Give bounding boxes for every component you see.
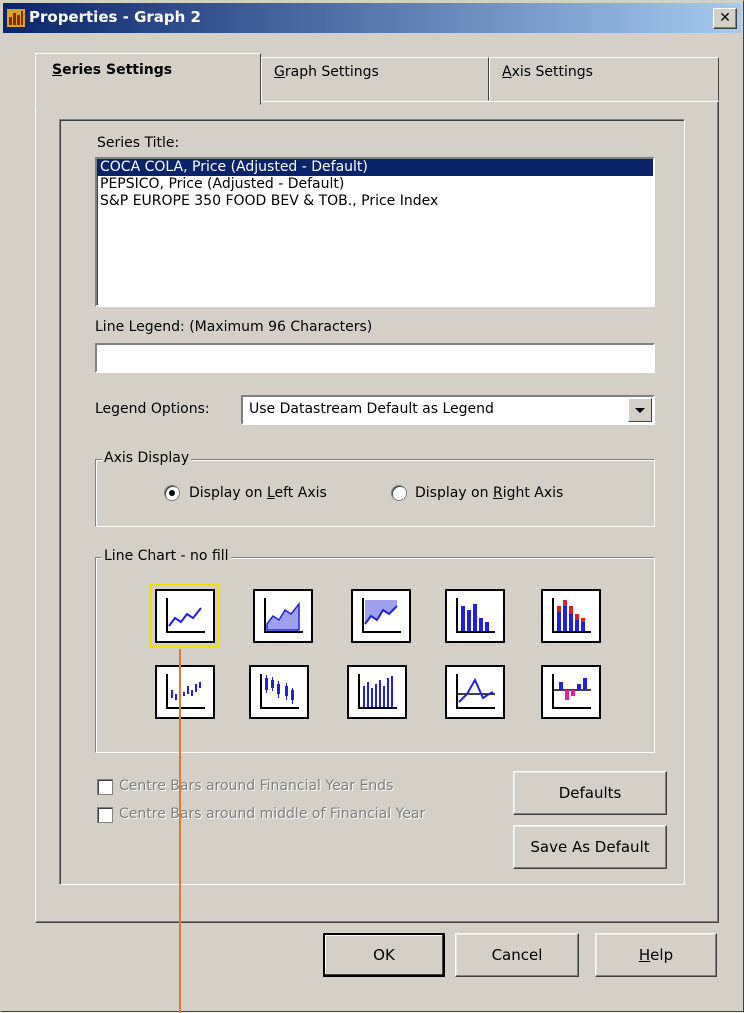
series-title-label: Series Title: — [97, 135, 180, 151]
candlestick-button[interactable] — [249, 665, 309, 719]
stacked-bar-chart-icon — [552, 598, 591, 633]
area-fill-above-icon — [362, 598, 401, 633]
tab-series-label: eries Settings — [62, 62, 173, 78]
tab-axis-accel: A — [502, 64, 512, 80]
tab-axis-label: xis Settings — [511, 64, 593, 80]
floating-bar-button[interactable] — [155, 665, 215, 719]
left-axis-radio[interactable] — [164, 485, 180, 501]
line-chart-icon — [166, 598, 205, 633]
centre-year-ends-checkbox[interactable] — [97, 779, 113, 795]
cancel-button[interactable]: Cancel — [455, 933, 579, 977]
app-icon — [7, 9, 25, 27]
step-bar-button[interactable] — [541, 665, 601, 719]
high-low-bar-button[interactable] — [347, 665, 407, 719]
area-fill-above-button[interactable] — [351, 589, 411, 643]
right-axis-label[interactable]: Display on Right Axis — [415, 485, 563, 501]
series-item[interactable]: S&P EUROPE 350 FOOD BEV & TOB., Price In… — [97, 193, 653, 210]
right-axis-label-post: ight Axis — [502, 485, 564, 501]
line-legend-label: Line Legend: (Maximum 96 Characters) — [95, 319, 373, 335]
tab-series-accel: S — [52, 62, 63, 78]
help-accel: H — [638, 946, 651, 964]
centre-year-ends-label: Centre Bars around Financial Year Ends — [119, 778, 394, 794]
legend-options-select[interactable]: Use Datastream Default as Legend — [241, 395, 655, 425]
left-axis-label-pre: Display on — [189, 485, 267, 501]
line-with-axis-icon — [456, 674, 495, 709]
bar-chart-button[interactable] — [445, 589, 505, 643]
properties-dialog: Properties - Graph 2 ✕ Series Settings G… — [0, 0, 744, 1013]
line-chart-button[interactable] — [150, 584, 220, 648]
legend-options-value: Use Datastream Default as Legend — [249, 401, 494, 417]
line-legend-input[interactable] — [95, 343, 655, 373]
tab-graph-accel: G — [274, 64, 285, 80]
axis-display-legend: Axis Display — [102, 450, 192, 466]
stacked-bar-chart-button[interactable] — [541, 589, 601, 643]
title-bar[interactable]: Properties - Graph 2 ✕ — [3, 3, 741, 33]
tab-graph-label: raph Settings — [284, 64, 379, 80]
defaults-button[interactable]: Defaults — [513, 771, 667, 815]
series-item[interactable]: COCA COLA, Price (Adjusted - Default) — [97, 159, 653, 176]
tab-graph-settings[interactable]: Graph Settings — [261, 57, 489, 101]
right-axis-label-pre: Display on — [415, 485, 493, 501]
candlestick-icon — [260, 674, 299, 709]
centre-middle-label: Centre Bars around middle of Financial Y… — [119, 806, 426, 822]
chart-type-legend: Line Chart - no fill — [102, 548, 231, 564]
left-axis-accel: L — [266, 485, 275, 501]
series-listbox[interactable]: COCA COLA, Price (Adjusted - Default) PE… — [95, 157, 655, 307]
save-as-default-button[interactable]: Save As Default — [513, 825, 667, 869]
close-button[interactable]: ✕ — [713, 8, 737, 29]
step-bar-icon — [552, 674, 591, 709]
centre-middle-checkbox[interactable] — [97, 807, 113, 823]
tab-series-settings[interactable]: Series Settings — [35, 53, 261, 105]
high-low-bar-icon — [358, 674, 397, 709]
left-axis-label[interactable]: Display on Left Axis — [189, 485, 327, 501]
legend-options-label: Legend Options: — [95, 401, 210, 417]
help-label: elp — [650, 946, 674, 964]
right-axis-radio[interactable] — [391, 485, 407, 501]
left-axis-label-post: eft Axis — [274, 485, 327, 501]
window-title: Properties - Graph 2 — [29, 8, 201, 26]
close-icon: ✕ — [719, 10, 731, 26]
ok-button[interactable]: OK — [323, 933, 445, 977]
chevron-down-icon[interactable] — [628, 398, 652, 422]
floating-bar-icon — [166, 674, 205, 709]
area-chart-icon — [264, 598, 303, 633]
line-with-axis-button[interactable] — [445, 665, 505, 719]
bar-chart-icon — [456, 598, 495, 633]
area-chart-button[interactable] — [253, 589, 313, 643]
series-item[interactable]: PEPSICO, Price (Adjusted - Default) — [97, 176, 653, 193]
tab-axis-settings[interactable]: Axis Settings — [489, 57, 719, 101]
annotation-pointer-line — [179, 649, 181, 1013]
right-axis-accel: R — [492, 485, 503, 501]
help-button[interactable]: Help — [595, 933, 717, 977]
